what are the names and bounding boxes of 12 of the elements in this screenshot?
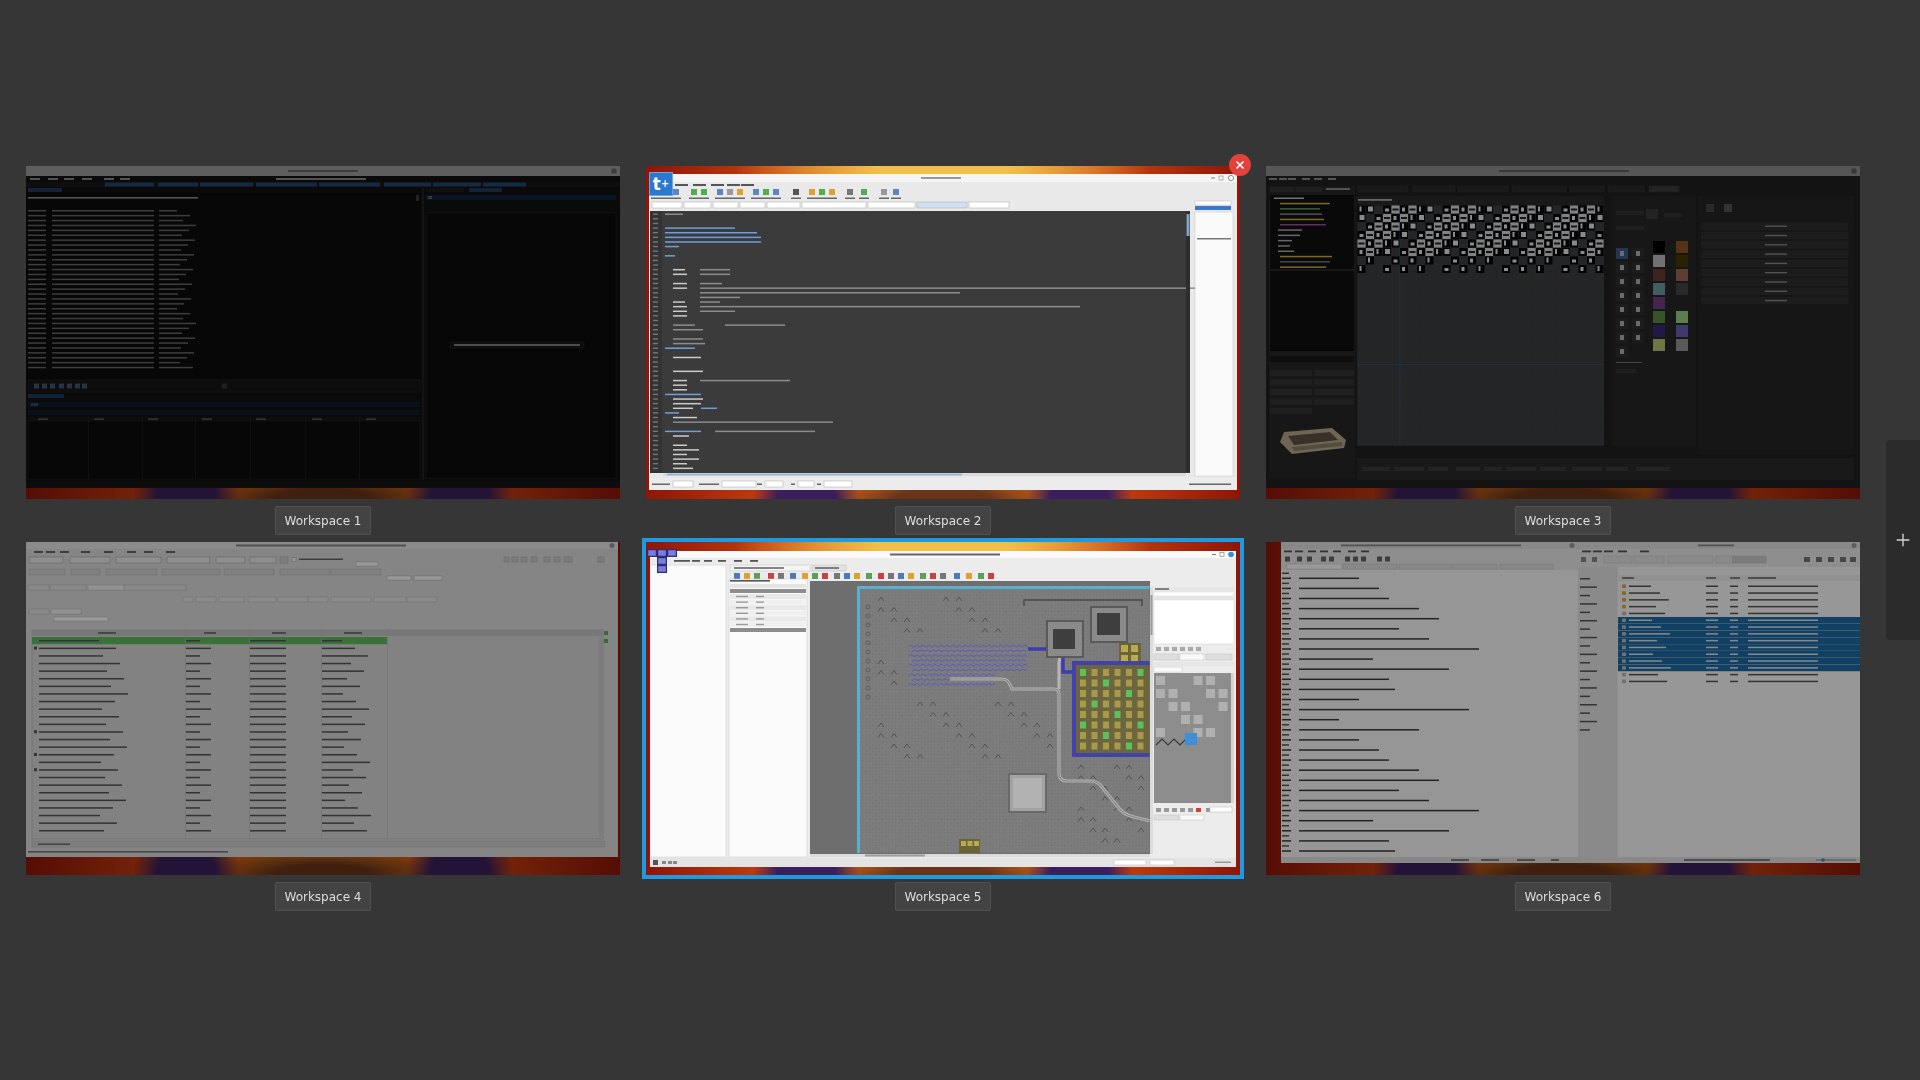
workspace-label: Workspace 6 [1515, 882, 1611, 911]
workspace-label: Workspace 1 [275, 506, 371, 535]
blocks-icon [647, 549, 677, 573]
workspace-label: Workspace 3 [1515, 506, 1611, 535]
close-button[interactable] [1229, 154, 1251, 176]
workspace-label: Workspace 5 [895, 882, 991, 911]
workspace-preview[interactable] [1266, 542, 1860, 875]
app-logo: t$^{+}$ [649, 172, 673, 196]
workspace-preview[interactable]: t$^{+}$ [646, 166, 1240, 499]
workspace-label: Workspace 2 [895, 506, 991, 535]
workspace-label: Workspace 4 [275, 882, 371, 911]
close-icon [1234, 159, 1246, 171]
